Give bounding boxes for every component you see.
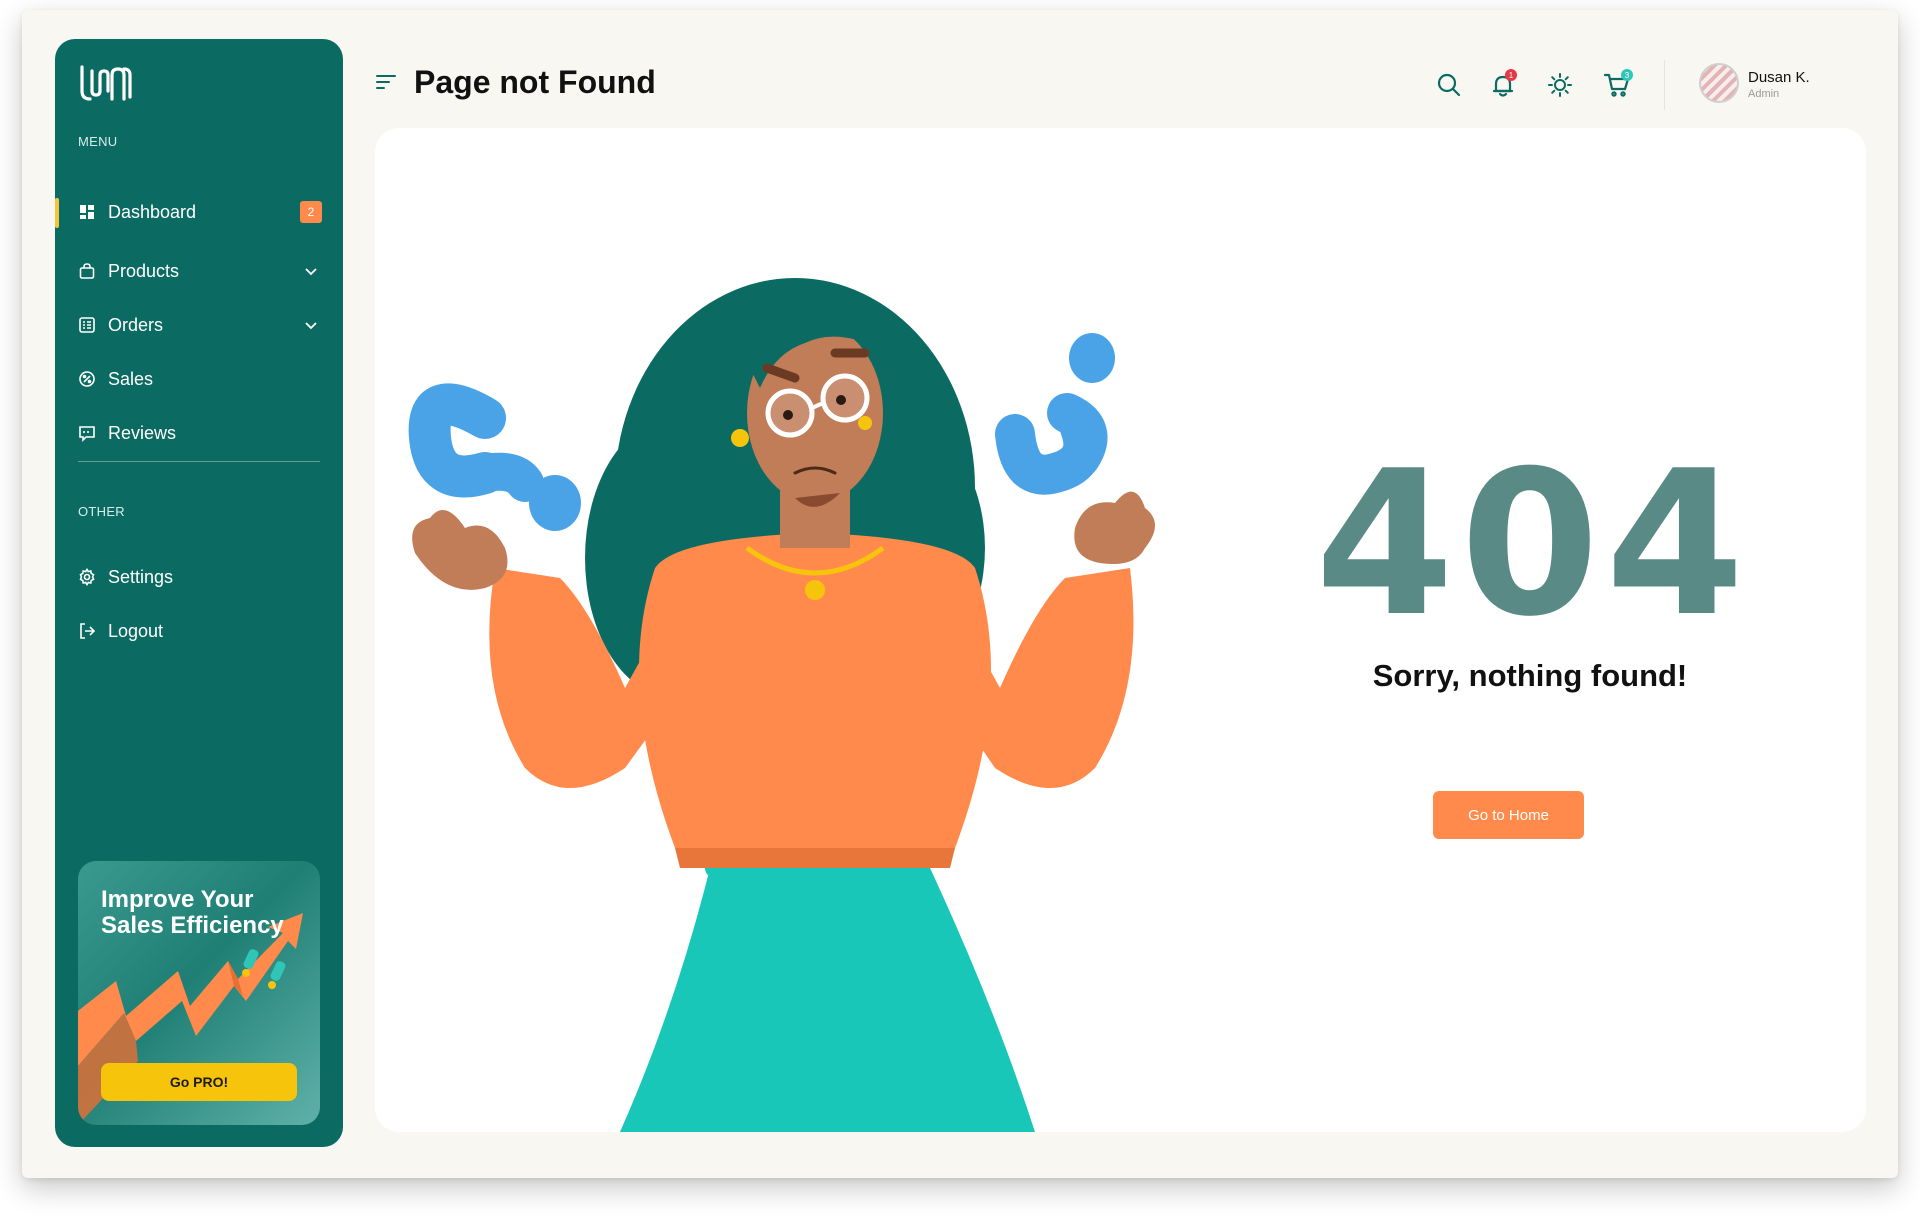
theme-toggle-icon[interactable] xyxy=(1546,71,1574,99)
error-code: 404 xyxy=(1315,428,1751,661)
notifications-button[interactable]: 1 xyxy=(1489,69,1517,99)
chevron-down-icon[interactable] xyxy=(302,316,320,334)
search-icon[interactable] xyxy=(1435,71,1463,99)
main-content-card: 404 Sorry, nothing found! Go to Home xyxy=(375,128,1866,1132)
notification-count-badge: 1 xyxy=(1505,69,1517,81)
header-divider xyxy=(1664,60,1665,110)
sidebar-item-label: Dashboard xyxy=(108,201,197,222)
bag-icon xyxy=(78,262,96,280)
page-title: Page not Found xyxy=(414,64,656,100)
sidebar-item-products[interactable]: Products xyxy=(55,249,343,293)
menu-toggle-icon[interactable] xyxy=(374,70,398,94)
cart-count-badge: 3 xyxy=(1621,69,1633,81)
sidebar-item-settings[interactable]: Settings xyxy=(55,555,343,599)
sidebar-item-reviews[interactable]: Reviews xyxy=(55,411,343,455)
app-logo[interactable] xyxy=(78,61,134,105)
menu-section-label: MENU xyxy=(78,134,118,149)
sidebar-item-logout[interactable]: Logout xyxy=(55,609,343,653)
sales-icon xyxy=(78,370,96,388)
go-pro-button[interactable]: Go PRO! xyxy=(101,1063,297,1101)
logout-icon xyxy=(78,622,96,640)
reviews-icon xyxy=(78,424,96,442)
go-to-home-button[interactable]: Go to Home xyxy=(1433,791,1584,839)
chevron-down-icon[interactable] xyxy=(302,262,320,280)
sidebar-item-label: Orders xyxy=(108,314,164,335)
avatar[interactable] xyxy=(1699,63,1739,103)
gear-icon xyxy=(78,568,96,586)
other-section-label: OTHER xyxy=(78,504,125,519)
sidebar-item-label: Sales xyxy=(108,368,154,389)
sidebar-divider xyxy=(78,461,320,462)
confused-woman-illustration xyxy=(408,278,1155,1132)
sidebar-item-label: Reviews xyxy=(108,422,177,443)
promo-card: Improve Your Sales Efficiency Go PRO! xyxy=(78,861,320,1125)
sidebar-item-label: Products xyxy=(108,260,180,281)
dashboard-badge: 2 xyxy=(300,201,322,223)
orders-icon xyxy=(78,316,96,334)
cart-button[interactable]: 3 xyxy=(1603,69,1633,99)
user-role: Admin xyxy=(1748,88,1780,100)
sidebar-item-dashboard[interactable]: Dashboard 2 xyxy=(55,190,343,234)
error-message: Sorry, nothing found! xyxy=(1372,658,1688,693)
sidebar: MENU Dashboard 2 Products Orders Sales R… xyxy=(55,39,343,1147)
sidebar-item-orders[interactable]: Orders xyxy=(55,303,343,347)
sidebar-item-label: Settings xyxy=(108,566,174,587)
promo-title: Improve Your Sales Efficiency xyxy=(101,886,284,939)
dashboard-icon xyxy=(78,203,96,221)
user-name[interactable]: Dusan K. xyxy=(1748,69,1810,86)
sidebar-item-label: Logout xyxy=(108,620,164,641)
sidebar-item-sales[interactable]: Sales xyxy=(55,357,343,401)
